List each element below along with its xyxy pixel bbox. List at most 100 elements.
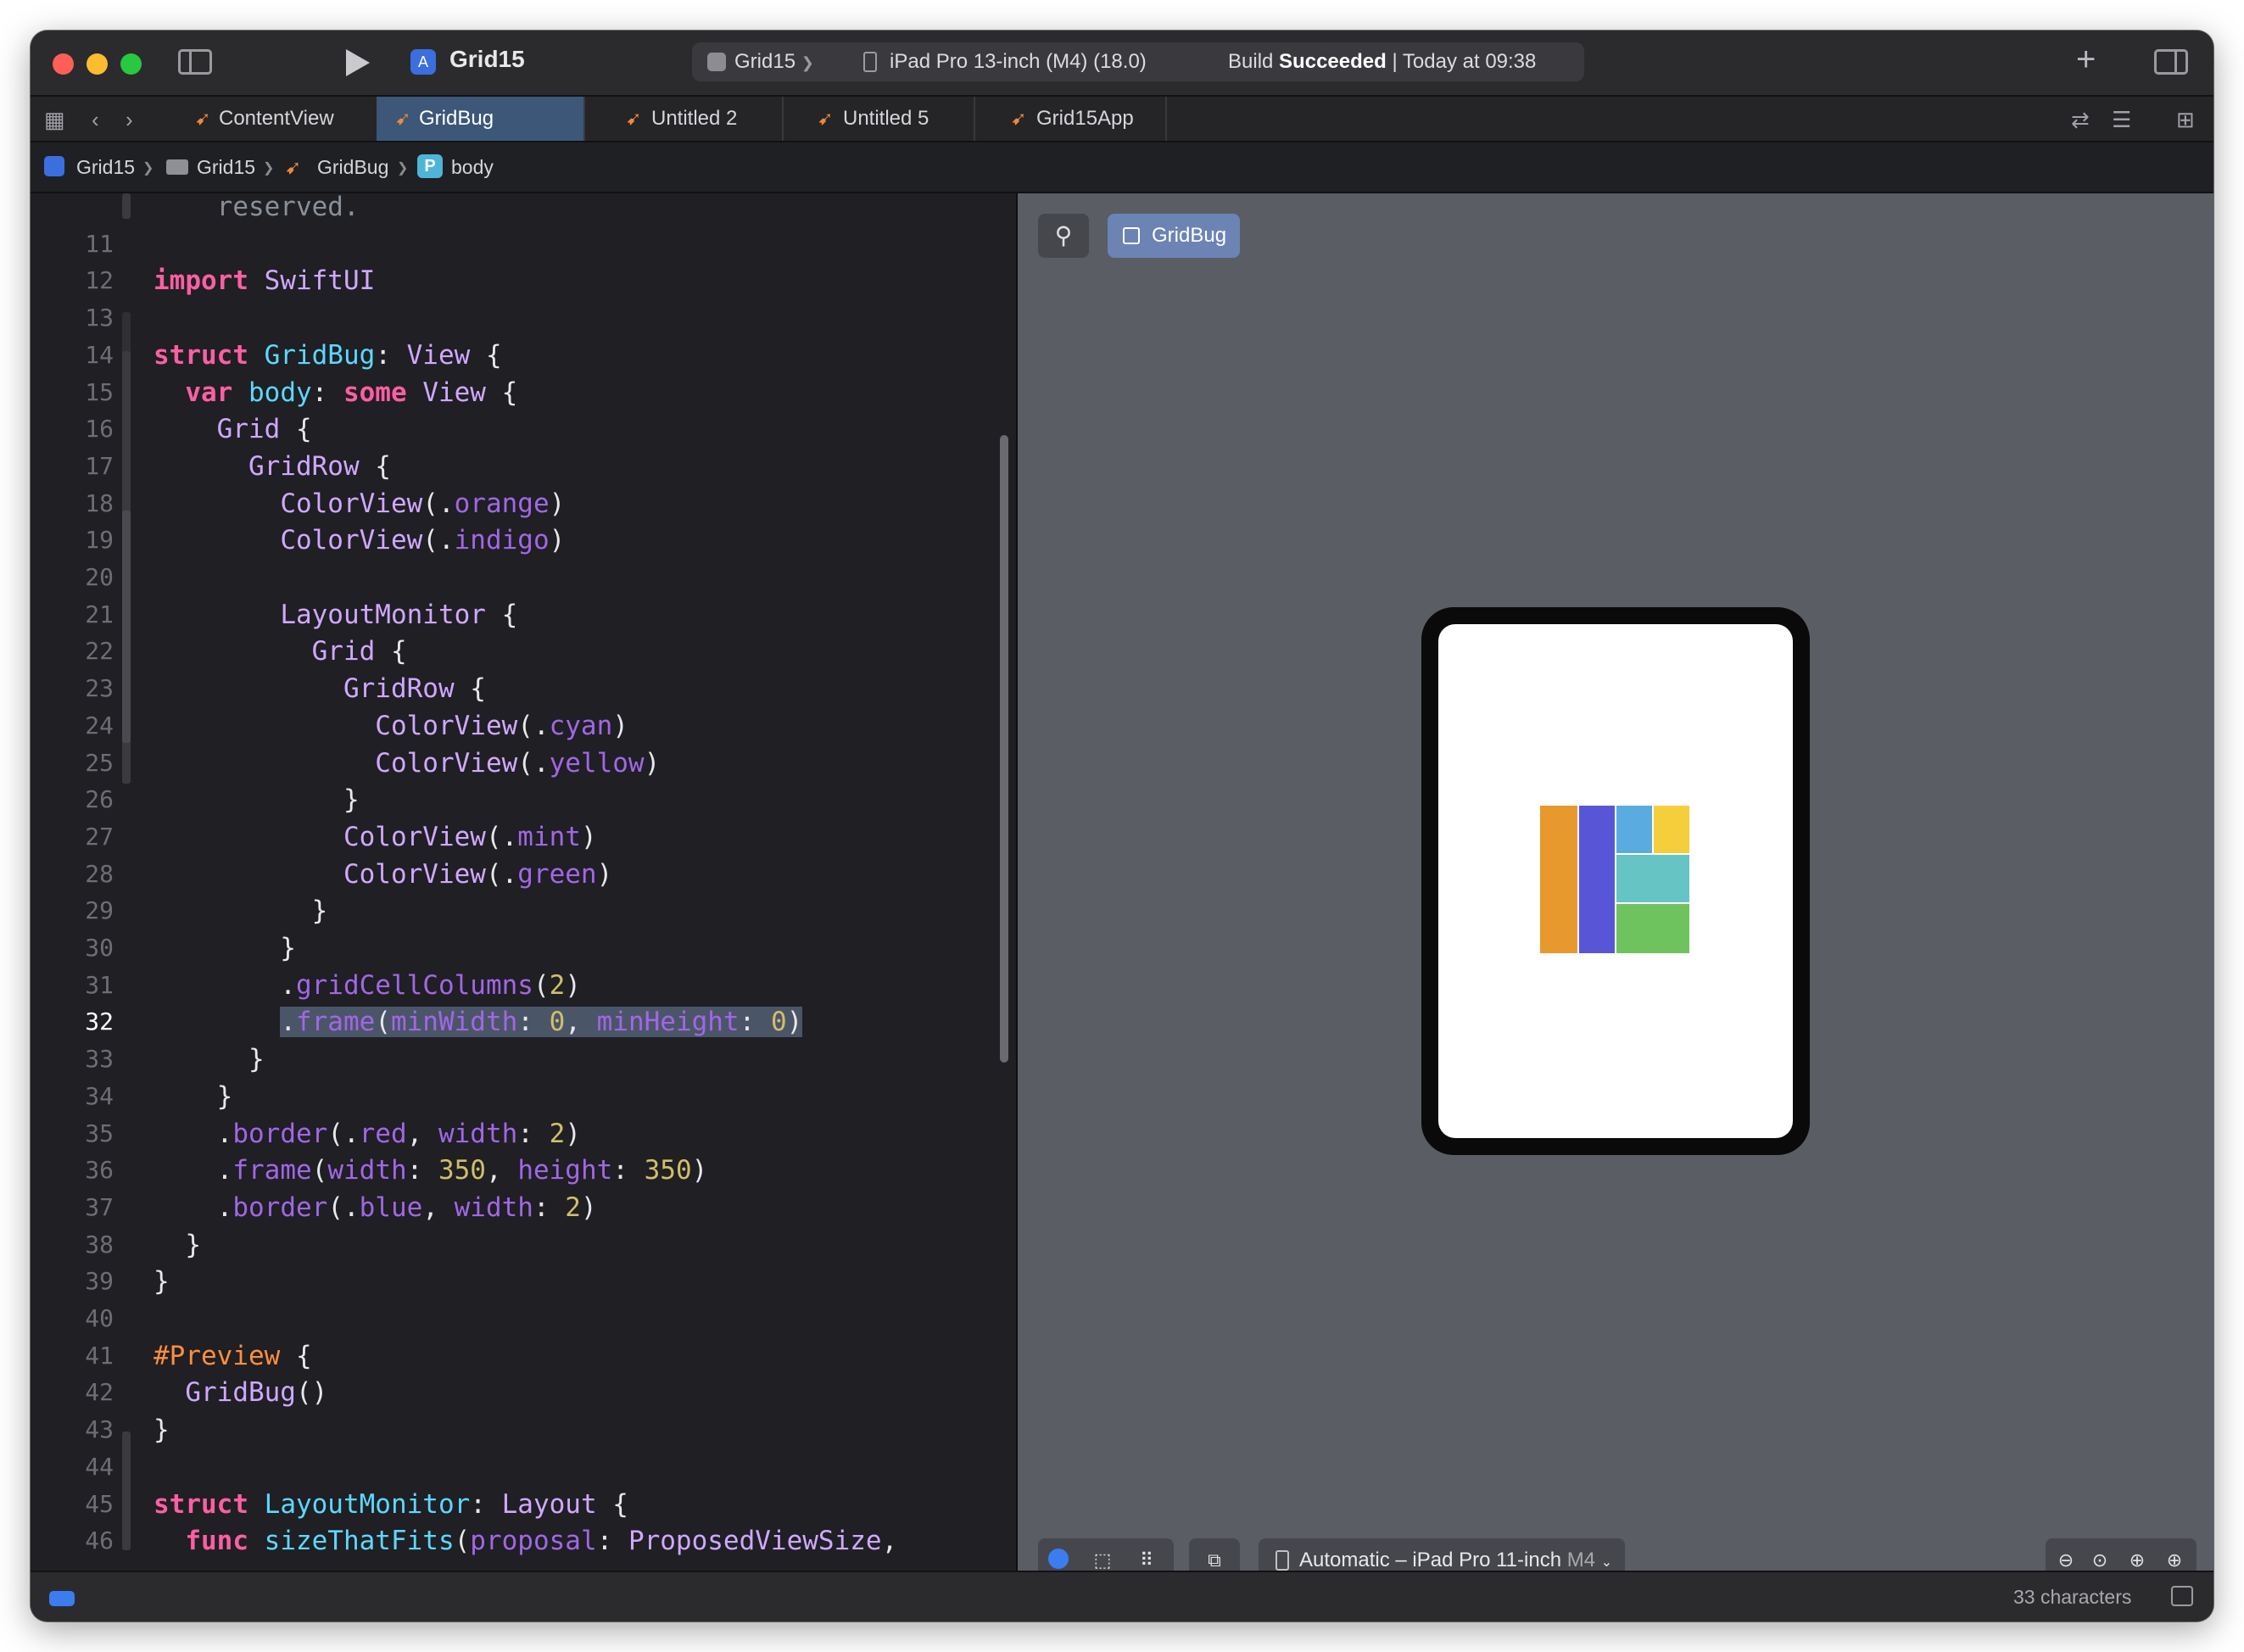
code-text: } bbox=[154, 896, 328, 927]
code-line[interactable]: 27 ColorView(.mint) bbox=[31, 818, 1016, 856]
code-line[interactable]: 14 struct GridBug: View { bbox=[31, 337, 1016, 374]
source-editor[interactable]: reserved. 11 12 import SwiftUI 13 14 struct Gr… bbox=[31, 193, 1016, 1571]
debug-area-indicator[interactable] bbox=[49, 1591, 75, 1606]
code-line[interactable]: reserved. bbox=[31, 193, 1016, 226]
line-number: 45 bbox=[85, 1489, 114, 1518]
code-line[interactable]: 26 } bbox=[31, 781, 1016, 818]
variants-grid-icon[interactable]: ⠿ bbox=[1135, 1549, 1158, 1572]
run-destination-selector[interactable]: iPad Pro 13-inch (M4) (18.0) bbox=[890, 50, 1147, 74]
scheme-selector[interactable]: Grid15 ❯ bbox=[734, 50, 814, 74]
code-text: ColorView(.cyan) bbox=[375, 710, 628, 741]
code-text: var body: some View { bbox=[185, 377, 518, 408]
code-line[interactable]: 32 .frame(minWidth: 0, minHeight: 0) bbox=[31, 1003, 1016, 1041]
status-bar: 33 characters bbox=[31, 1571, 2213, 1621]
code-line[interactable]: 37 .border(.blue, width: 2) bbox=[31, 1189, 1016, 1226]
code-line[interactable]: 13 bbox=[31, 299, 1016, 337]
code-line[interactable]: 43} bbox=[31, 1411, 1016, 1448]
preview-selector-button[interactable]: GridBug bbox=[1108, 214, 1240, 258]
code-line[interactable]: 44 bbox=[31, 1448, 1016, 1486]
code-line[interactable]: 16 Grid { bbox=[31, 410, 1016, 448]
code-line[interactable]: 30 } bbox=[31, 929, 1016, 967]
tab-contentview[interactable]: ➹ ContentView bbox=[176, 97, 407, 141]
code-line[interactable]: 20 bbox=[31, 559, 1016, 596]
code-line[interactable]: 34 } bbox=[31, 1078, 1016, 1115]
code-line[interactable]: 41 #Preview { bbox=[31, 1337, 1016, 1375]
code-line[interactable]: 19 ColorView(.indigo) bbox=[31, 522, 1016, 559]
build-status: Build Succeeded | Today at 09:38 bbox=[1228, 50, 1537, 73]
code-line[interactable]: 33 } bbox=[31, 1041, 1016, 1078]
line-number: 26 bbox=[85, 785, 114, 814]
code-line[interactable]: 39} bbox=[31, 1263, 1016, 1300]
mint-color-view bbox=[1616, 855, 1689, 902]
code-line[interactable]: 28 ColorView(.green) bbox=[31, 856, 1016, 893]
code-line[interactable]: 31 .gridCellColumns(2) bbox=[31, 967, 1016, 1004]
line-number: 34 bbox=[85, 1081, 114, 1110]
pin-icon[interactable]: ⚲ bbox=[1038, 214, 1089, 258]
code-line[interactable]: 25 ColorView(.yellow) bbox=[31, 745, 1016, 782]
character-count: 33 characters bbox=[2013, 1586, 2132, 1608]
device-settings-icon[interactable]: ⧉ bbox=[1203, 1549, 1226, 1572]
code-text: } bbox=[154, 1229, 201, 1260]
back-chevron-icon[interactable]: ‹ bbox=[92, 109, 99, 131]
line-number: 46 bbox=[85, 1526, 114, 1555]
code-text: GridRow { bbox=[343, 673, 486, 705]
code-line[interactable]: 35 .border(.red, width: 2) bbox=[31, 1115, 1016, 1152]
close-window-button[interactable] bbox=[53, 53, 74, 75]
add-editor-icon[interactable]: ⊞ bbox=[2176, 109, 2195, 131]
code-line[interactable]: 42 GridBug() bbox=[31, 1374, 1016, 1411]
breadcrumb-project[interactable]: Grid15 bbox=[76, 156, 135, 179]
breadcrumb-folder[interactable]: Grid15 bbox=[197, 156, 255, 179]
zoom-in-icon[interactable]: ⊕ bbox=[2163, 1549, 2186, 1572]
tab-untitled-2[interactable]: ➹ Untitled 2 bbox=[585, 97, 784, 141]
inspector-toggle-icon[interactable] bbox=[2154, 49, 2188, 75]
zoom-100-icon[interactable]: ⊙ bbox=[2088, 1549, 2112, 1572]
line-number: 35 bbox=[85, 1119, 114, 1147]
minimize-window-button[interactable] bbox=[87, 53, 108, 75]
line-number: 44 bbox=[85, 1452, 114, 1481]
line-number: 40 bbox=[85, 1304, 114, 1332]
code-line[interactable]: 24 ColorView(.cyan) bbox=[31, 707, 1016, 745]
zoom-fit-icon[interactable]: ⊕ bbox=[2125, 1549, 2149, 1572]
code-line[interactable]: 46 func sizeThatFits(proposal: ProposedV… bbox=[31, 1522, 1016, 1560]
line-number: 41 bbox=[85, 1341, 114, 1370]
related-items-grid-icon[interactable]: ▦ bbox=[44, 109, 65, 131]
code-line[interactable]: 11 bbox=[31, 226, 1016, 263]
zoom-window-button[interactable] bbox=[120, 53, 142, 75]
navigator-toggle-icon[interactable] bbox=[178, 49, 212, 75]
breadcrumb-file[interactable]: GridBug bbox=[317, 156, 388, 179]
tab-grid15app[interactable]: ➹ Grid15App bbox=[975, 97, 1167, 141]
line-number: 30 bbox=[85, 934, 114, 962]
preview-canvas[interactable]: ⚲ GridBug ⬚ ⠿ ⧉ Automatic – iPad Pro 11-… bbox=[1018, 193, 2213, 1582]
swift-file-icon: ➹ bbox=[285, 156, 302, 178]
line-number: 20 bbox=[85, 563, 114, 591]
ipad-screen[interactable] bbox=[1438, 624, 1793, 1138]
editor-options-icon[interactable]: ☰ bbox=[2112, 109, 2131, 131]
tab-untitled-5[interactable]: ➹ Untitled 5 bbox=[784, 97, 975, 141]
swap-arrows-icon[interactable]: ⇄ bbox=[2071, 109, 2090, 131]
code-line[interactable]: 21 LayoutMonitor { bbox=[31, 596, 1016, 633]
code-line[interactable]: 12 import SwiftUI bbox=[31, 262, 1016, 299]
code-line[interactable]: 36 .frame(width: 350, height: 350) bbox=[31, 1152, 1016, 1189]
code-line[interactable]: 17 GridRow { bbox=[31, 448, 1016, 485]
library-plus-icon[interactable]: + bbox=[2076, 42, 2096, 76]
tab-gridbug[interactable]: ➹ GridBug bbox=[377, 97, 585, 141]
activity-status-bar[interactable]: Grid15 ❯ iPad Pro 13-inch (M4) (18.0) Bu… bbox=[692, 42, 1584, 81]
code-text: LayoutMonitor { bbox=[280, 599, 518, 630]
line-number: 12 bbox=[85, 266, 114, 295]
run-button[interactable] bbox=[346, 49, 370, 76]
code-line[interactable]: 22 Grid { bbox=[31, 633, 1016, 670]
debug-area-toggle-icon[interactable] bbox=[2171, 1586, 2193, 1606]
code-line[interactable]: 40 bbox=[31, 1300, 1016, 1337]
forward-chevron-icon[interactable]: › bbox=[126, 109, 133, 131]
code-line[interactable]: 38 } bbox=[31, 1226, 1016, 1264]
breadcrumb-symbol[interactable]: body bbox=[451, 156, 494, 179]
code-line[interactable]: 18 ColorView(.orange) bbox=[31, 485, 1016, 522]
code-line[interactable]: 15 var body: some View { bbox=[31, 374, 1016, 411]
orange-color-view bbox=[1540, 806, 1577, 953]
live-mode-icon[interactable] bbox=[1047, 1549, 1070, 1572]
code-line[interactable]: 45 struct LayoutMonitor: Layout { bbox=[31, 1486, 1016, 1523]
select-mode-icon[interactable]: ⬚ bbox=[1091, 1549, 1114, 1572]
code-line[interactable]: 29 } bbox=[31, 892, 1016, 929]
code-line[interactable]: 23 GridRow { bbox=[31, 670, 1016, 707]
zoom-out-icon[interactable]: ⊖ bbox=[2054, 1549, 2078, 1572]
